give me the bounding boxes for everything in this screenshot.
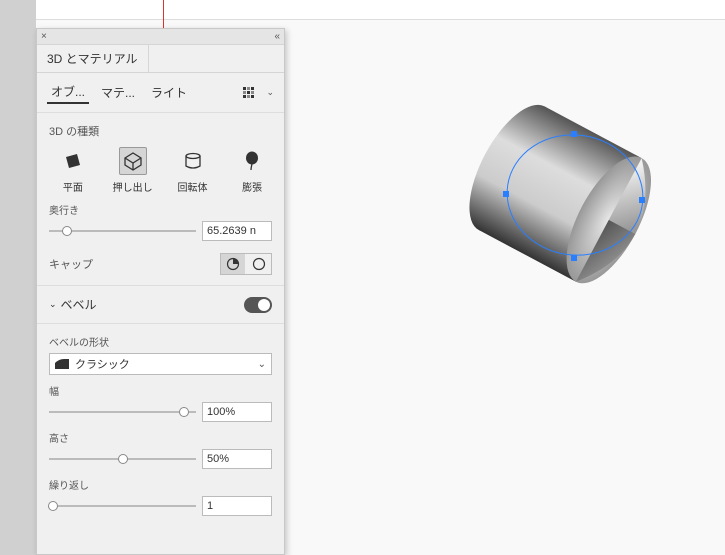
close-icon[interactable]: × xyxy=(41,31,47,42)
app-left-strip xyxy=(0,0,36,555)
cap-on-button[interactable] xyxy=(221,254,245,274)
render-settings-icon[interactable] xyxy=(242,86,256,100)
extrude-icon xyxy=(119,147,147,175)
bevel-shape-value: クラシック xyxy=(75,356,130,372)
bevel-width-label: 幅 xyxy=(49,383,272,398)
bevel-shape-icon xyxy=(55,359,69,369)
bevel-repeat-input[interactable] xyxy=(202,496,272,516)
depth-slider-row xyxy=(49,221,272,241)
3d-type-row: 平面 押し出し 回転体 膨張 xyxy=(49,147,272,194)
bevel-header: ⌄ ベベル xyxy=(37,286,284,324)
3d-type-label: 3D の種類 xyxy=(49,123,272,139)
collapse-icon[interactable]: « xyxy=(274,31,280,42)
panel-title-row: 3D とマテリアル xyxy=(37,45,284,73)
bevel-repeat-label: 繰り返し xyxy=(49,477,272,492)
ruler-bar xyxy=(36,0,725,20)
bevel-height-slider[interactable] xyxy=(49,452,196,466)
bevel-title-text: ベベル xyxy=(61,296,97,313)
guide-line[interactable] xyxy=(163,0,164,28)
cap-off-button[interactable] xyxy=(247,254,271,274)
plane-caption: 平面 xyxy=(63,179,83,194)
type-inflate[interactable]: 膨張 xyxy=(232,147,272,194)
inflate-caption: 膨張 xyxy=(242,179,262,194)
panel-top-bar: × « xyxy=(37,29,284,45)
canvas-3d-object[interactable] xyxy=(445,85,680,305)
bevel-height-input[interactable] xyxy=(202,449,272,469)
revolve-caption: 回転体 xyxy=(178,179,208,194)
inflate-icon xyxy=(238,147,266,175)
depth-slider[interactable] xyxy=(49,224,196,238)
cap-buttons xyxy=(220,253,272,275)
bevel-shape-label: ベベルの形状 xyxy=(49,334,272,349)
bevel-width-input[interactable] xyxy=(202,402,272,422)
plane-icon xyxy=(59,147,87,175)
cap-label: キャップ xyxy=(49,256,93,272)
cap-row: キャップ xyxy=(49,253,272,275)
type-revolve[interactable]: 回転体 xyxy=(173,147,213,194)
bevel-repeat-slider[interactable] xyxy=(49,499,196,513)
tab-materials[interactable]: マテ... xyxy=(97,82,139,103)
bevel-title[interactable]: ⌄ ベベル xyxy=(49,296,97,313)
type-extrude[interactable]: 押し出し xyxy=(113,147,153,194)
depth-label: 奥行き xyxy=(49,202,272,217)
depth-input[interactable] xyxy=(202,221,272,241)
chevron-down-icon: ⌄ xyxy=(49,299,57,310)
panel-title-tab[interactable]: 3D とマテリアル xyxy=(37,45,149,72)
tab-objects[interactable]: オブ... xyxy=(47,81,89,104)
revolve-icon xyxy=(179,147,207,175)
3d-materials-panel: × « 3D とマテリアル オブ... マテ... ライト ⌄ 3D の種類 平… xyxy=(36,28,285,555)
type-plane[interactable]: 平面 xyxy=(53,147,93,194)
subtabs: オブ... マテ... ライト ⌄ xyxy=(37,73,284,113)
chevron-down-icon: ⌄ xyxy=(258,359,266,370)
bevel-width-slider[interactable] xyxy=(49,405,196,419)
bevel-shape-select[interactable]: クラシック ⌄ xyxy=(49,353,272,375)
chevron-down-icon[interactable]: ⌄ xyxy=(266,87,274,98)
bevel-toggle[interactable] xyxy=(244,297,272,313)
bevel-height-label: 高さ xyxy=(49,430,272,445)
bevel-section: ベベルの形状 クラシック ⌄ 幅 高さ 繰り返し xyxy=(37,324,284,526)
tab-lights[interactable]: ライト xyxy=(147,82,191,103)
extrude-caption: 押し出し xyxy=(113,179,153,194)
3d-type-section: 3D の種類 平面 押し出し 回転体 xyxy=(37,113,284,286)
